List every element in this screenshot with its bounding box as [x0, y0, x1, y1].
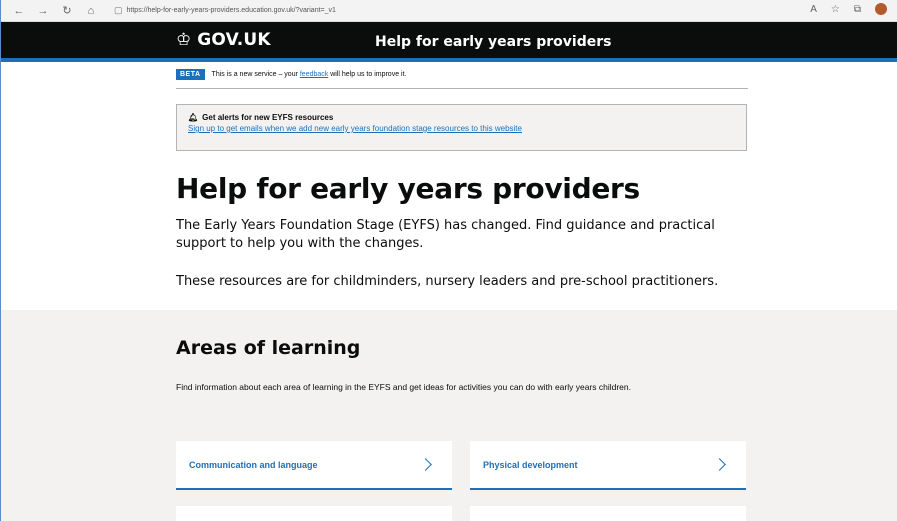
govuk-logo-link[interactable]: ♔ GOV.UK — [176, 30, 271, 50]
card-label: Physical development — [483, 459, 578, 470]
address-bar[interactable]: ▢ https://help-for-early-years-providers… — [114, 3, 336, 19]
beta-text-before: This is a new service – your — [211, 71, 300, 78]
profile-avatar[interactable] — [875, 3, 887, 15]
email-alert-box: 🔔︎ Get alerts for new EYFS resources Sig… — [176, 104, 747, 151]
card-physical-development[interactable]: Physical development — [470, 441, 746, 490]
alert-title-text: Get alerts for new EYFS resources — [202, 113, 334, 122]
beta-text-after: will help us to improve it. — [328, 71, 407, 78]
chevron-right-icon — [713, 458, 726, 471]
read-aloud-icon[interactable]: A — [810, 4, 817, 15]
card-partial[interactable] — [470, 506, 746, 521]
audience-paragraph: These resources are for childminders, nu… — [176, 274, 719, 289]
lock-icon: ▢ — [114, 5, 123, 15]
page-title: Help for early years providers — [176, 172, 640, 205]
section-title: Areas of learning — [176, 337, 361, 359]
email-signup-link[interactable]: Sign up to get emails when we add new ea… — [188, 124, 735, 133]
service-name-link[interactable]: Help for early years providers — [375, 34, 611, 50]
card-communication-and-language[interactable]: Communication and language — [176, 441, 452, 490]
govuk-header: ♔ GOV.UK Help for early years providers — [0, 22, 897, 62]
browser-nav-buttons: ← → ↻ ⌂ — [10, 2, 100, 20]
beta-text: This is a new service – your feedback wi… — [212, 71, 407, 78]
browser-toolbar: ← → ↻ ⌂ ▢ https://help-for-early-years-p… — [0, 0, 897, 22]
govuk-logo-text: GOV.UK — [197, 30, 271, 50]
collections-icon[interactable]: ⧉ — [854, 4, 861, 15]
phase-banner: BETA This is a new service – your feedba… — [176, 69, 748, 89]
bell-icon: 🔔︎ — [188, 113, 199, 122]
browser-actions: A ☆ ⧉ — [810, 3, 887, 15]
intro-paragraph: The Early Years Foundation Stage (EYFS) … — [176, 218, 715, 251]
card-partial[interactable] — [176, 506, 452, 521]
section-description: Find information about each area of lear… — [176, 382, 632, 392]
url-text[interactable]: https://help-for-early-years-providers.e… — [127, 7, 336, 14]
refresh-icon[interactable]: ↻ — [58, 2, 76, 20]
crown-icon: ♔ — [176, 30, 192, 49]
back-icon[interactable]: ← — [10, 2, 28, 20]
home-icon[interactable]: ⌂ — [82, 2, 100, 20]
forward-icon[interactable]: → — [34, 2, 52, 20]
card-label: Communication and language — [189, 459, 318, 470]
favorites-icon[interactable]: ☆ — [831, 4, 840, 15]
alert-title: 🔔︎ Get alerts for new EYFS resources — [188, 113, 735, 122]
feedback-link[interactable]: feedback — [300, 71, 328, 78]
beta-tag: BETA — [176, 69, 205, 80]
chevron-right-icon — [419, 458, 432, 471]
